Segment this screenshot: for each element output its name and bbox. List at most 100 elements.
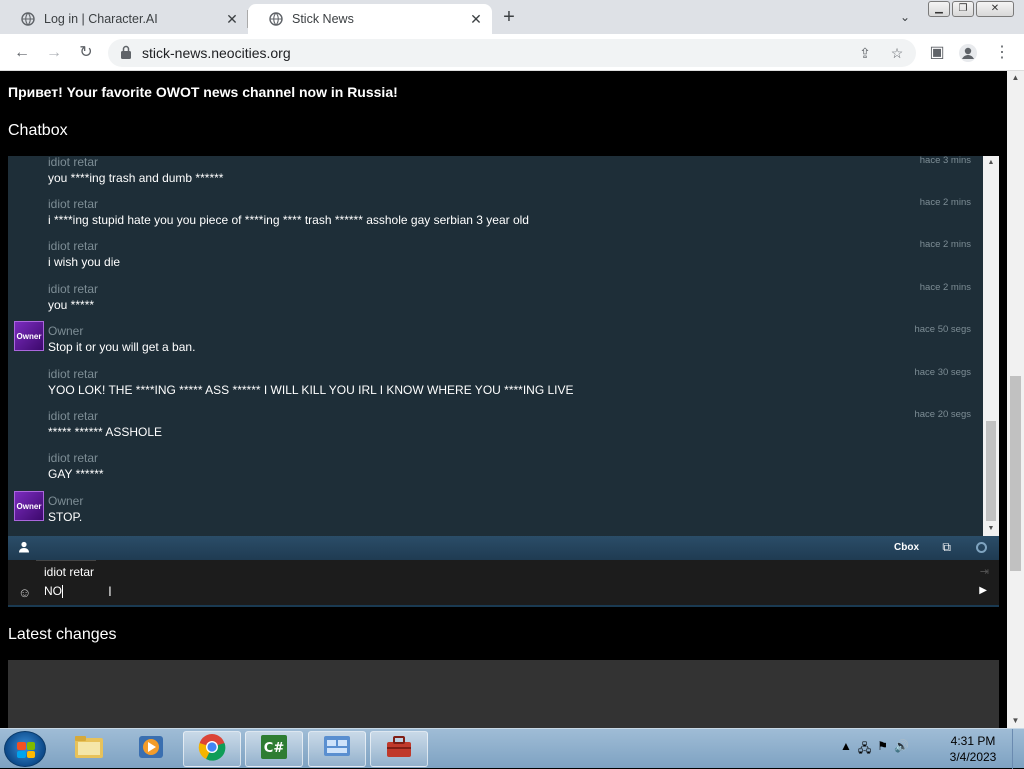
taskbar-media-player[interactable]	[122, 731, 180, 767]
url-text: stick-news.neocities.org	[142, 45, 291, 61]
cbox-link[interactable]: Cbox	[894, 542, 919, 553]
chat-message-input[interactable]: NO	[44, 584, 944, 602]
restore-button[interactable]: ❐	[952, 1, 974, 17]
system-tray: ▲ 🖧 ⚑ 🔊	[840, 739, 909, 760]
message-username: idiot retar	[48, 239, 99, 253]
side-panel-icon[interactable]: ▣	[927, 43, 947, 63]
message-text: STOP.	[48, 510, 83, 524]
page-scrollbar[interactable]: ▲ ▼	[1007, 71, 1024, 728]
connection-status-icon	[976, 542, 987, 553]
chat-name-field[interactable]: idiot retar	[44, 565, 94, 579]
taskbar-remote-app[interactable]	[308, 731, 366, 767]
message-username: Owner	[48, 324, 84, 338]
taskbar-explorer[interactable]	[60, 731, 118, 767]
chat-message: idiot retar hace 20 segs ***** ****** AS…	[8, 409, 983, 451]
message-username: idiot retar	[48, 451, 99, 465]
name-divider	[36, 560, 96, 561]
taskbar-csharp-app[interactable]: C#	[245, 731, 303, 767]
popout-icon[interactable]: ⧉	[942, 540, 951, 555]
message-time: hace 50 segs	[914, 324, 971, 335]
owner-avatar[interactable]: Owner	[14, 491, 44, 521]
taskbar-clock[interactable]: 4:31 PM 3/4/2023	[938, 733, 1008, 765]
chatbox: idiot retar hace 3 mins you ****ing tras…	[8, 156, 999, 607]
smiley-icon[interactable]: ☺	[18, 585, 31, 600]
tab-stick-news[interactable]: Stick News ✕	[248, 4, 492, 34]
tab-title: Stick News	[292, 12, 354, 26]
chat-message: idiot retar hace 2 mins you *****	[8, 282, 983, 324]
new-tab-button[interactable]: +	[498, 6, 520, 28]
folder-icon	[74, 734, 104, 765]
volume-icon[interactable]: 🔊	[894, 739, 909, 760]
owner-avatar[interactable]: Owner	[14, 321, 44, 351]
message-text: YOO LOK! THE ****ING ***** ASS ****** I …	[48, 383, 574, 397]
minimize-button[interactable]: ▁	[928, 1, 950, 17]
forward-arrow-icon[interactable]: →	[44, 43, 64, 63]
windows-logo-icon	[17, 742, 35, 758]
tab-character-ai[interactable]: Log in | Character.AI ✕	[0, 4, 248, 34]
chat-message: Owner Owner hace 50 segs Stop it or you …	[8, 321, 983, 366]
csharp-icon: C#	[259, 733, 289, 766]
message-time: hace 30 segs	[914, 367, 971, 378]
back-arrow-icon[interactable]: ←	[12, 43, 32, 63]
message-time: hace 20 segs	[914, 409, 971, 420]
tab-search-chevron-icon[interactable]: ⌄	[896, 8, 914, 26]
close-tab-icon[interactable]: ✕	[224, 11, 240, 27]
message-time: hace 2 mins	[919, 239, 971, 250]
chat-message: idiot retar hace 30 segs YOO LOK! THE **…	[8, 367, 983, 409]
address-bar[interactable]: stick-news.neocities.org ⇪ ☆	[108, 39, 916, 67]
action-center-flag-icon[interactable]: ⚑	[877, 739, 888, 760]
share-icon[interactable]: ⇪	[856, 44, 874, 62]
chat-message: idiot retar hace 2 mins i ****ing stupid…	[8, 197, 983, 239]
user-icon[interactable]	[18, 541, 32, 555]
tab-strip: Log in | Character.AI ✕ Stick News ✕ + ⌄…	[0, 0, 1024, 34]
clock-date: 3/4/2023	[949, 750, 997, 764]
message-time: hace 3 mins	[919, 156, 971, 166]
message-username: idiot retar	[48, 409, 99, 423]
show-desktop-button[interactable]	[1012, 729, 1024, 769]
scroll-down-arrow-icon[interactable]: ▼	[1007, 714, 1024, 728]
close-tab-icon[interactable]: ✕	[468, 11, 484, 27]
profile-avatar-icon[interactable]	[958, 43, 978, 63]
message-text: i wish you die	[48, 255, 121, 269]
globe-icon	[268, 11, 284, 27]
message-username: Owner	[48, 494, 84, 508]
message-time: hace 2 mins	[919, 282, 971, 293]
chat-scrollbar-thumb[interactable]	[986, 421, 996, 521]
svg-text:C#: C#	[264, 741, 285, 756]
start-button[interactable]	[4, 731, 46, 767]
taskbar-chrome[interactable]	[183, 731, 241, 767]
close-window-button[interactable]: ✕	[976, 1, 1014, 17]
site-headline: Привет! Your favorite OWOT news channel …	[8, 84, 398, 100]
window-app-icon	[322, 734, 352, 765]
scroll-down-arrow-icon[interactable]: ▼	[983, 522, 999, 536]
network-icon[interactable]: 🖧	[858, 739, 871, 760]
scroll-up-arrow-icon[interactable]: ▲	[983, 156, 999, 170]
lock-icon	[120, 45, 132, 61]
page-scrollbar-thumb[interactable]	[1010, 376, 1021, 571]
message-time: hace 2 mins	[919, 197, 971, 208]
message-text: you ****ing trash and dumb ******	[48, 171, 224, 185]
chat-input-underline	[8, 605, 999, 607]
bookmark-star-icon[interactable]: ☆	[888, 44, 906, 62]
message-username: idiot retar	[48, 197, 99, 211]
send-arrow-icon[interactable]: ▶	[979, 585, 987, 596]
message-text: you *****	[48, 298, 95, 312]
menu-kebab-icon[interactable]: ⋮	[992, 43, 1012, 63]
scroll-up-arrow-icon[interactable]: ▲	[1007, 71, 1024, 85]
chat-messages: idiot retar hace 3 mins you ****ing tras…	[8, 156, 983, 536]
show-hidden-icons-icon[interactable]: ▲	[840, 739, 852, 760]
message-username: idiot retar	[48, 282, 99, 296]
chatbox-heading: Chatbox	[8, 122, 68, 139]
latest-changes-heading: Latest changes	[8, 626, 117, 643]
clock-time: 4:31 PM	[950, 734, 996, 748]
reload-icon[interactable]: ↻	[76, 43, 96, 63]
chat-scrollbar[interactable]: ▲ ▼	[983, 156, 999, 536]
logout-icon[interactable]: ⇥	[980, 565, 989, 578]
chat-message: Owner Owner STOP.	[8, 491, 983, 536]
tab-title: Log in | Character.AI	[44, 12, 158, 26]
chrome-icon	[198, 733, 226, 766]
windows-taskbar: C# ▲ 🖧 ⚑ 🔊 4:31 PM 3/4/2023	[0, 728, 1024, 769]
taskbar-toolbox-app[interactable]	[370, 731, 428, 767]
chat-input-area: idiot retar ☺ NO I ⇥ ▶	[8, 560, 999, 606]
message-text: Stop it or you will get a ban.	[48, 340, 196, 354]
